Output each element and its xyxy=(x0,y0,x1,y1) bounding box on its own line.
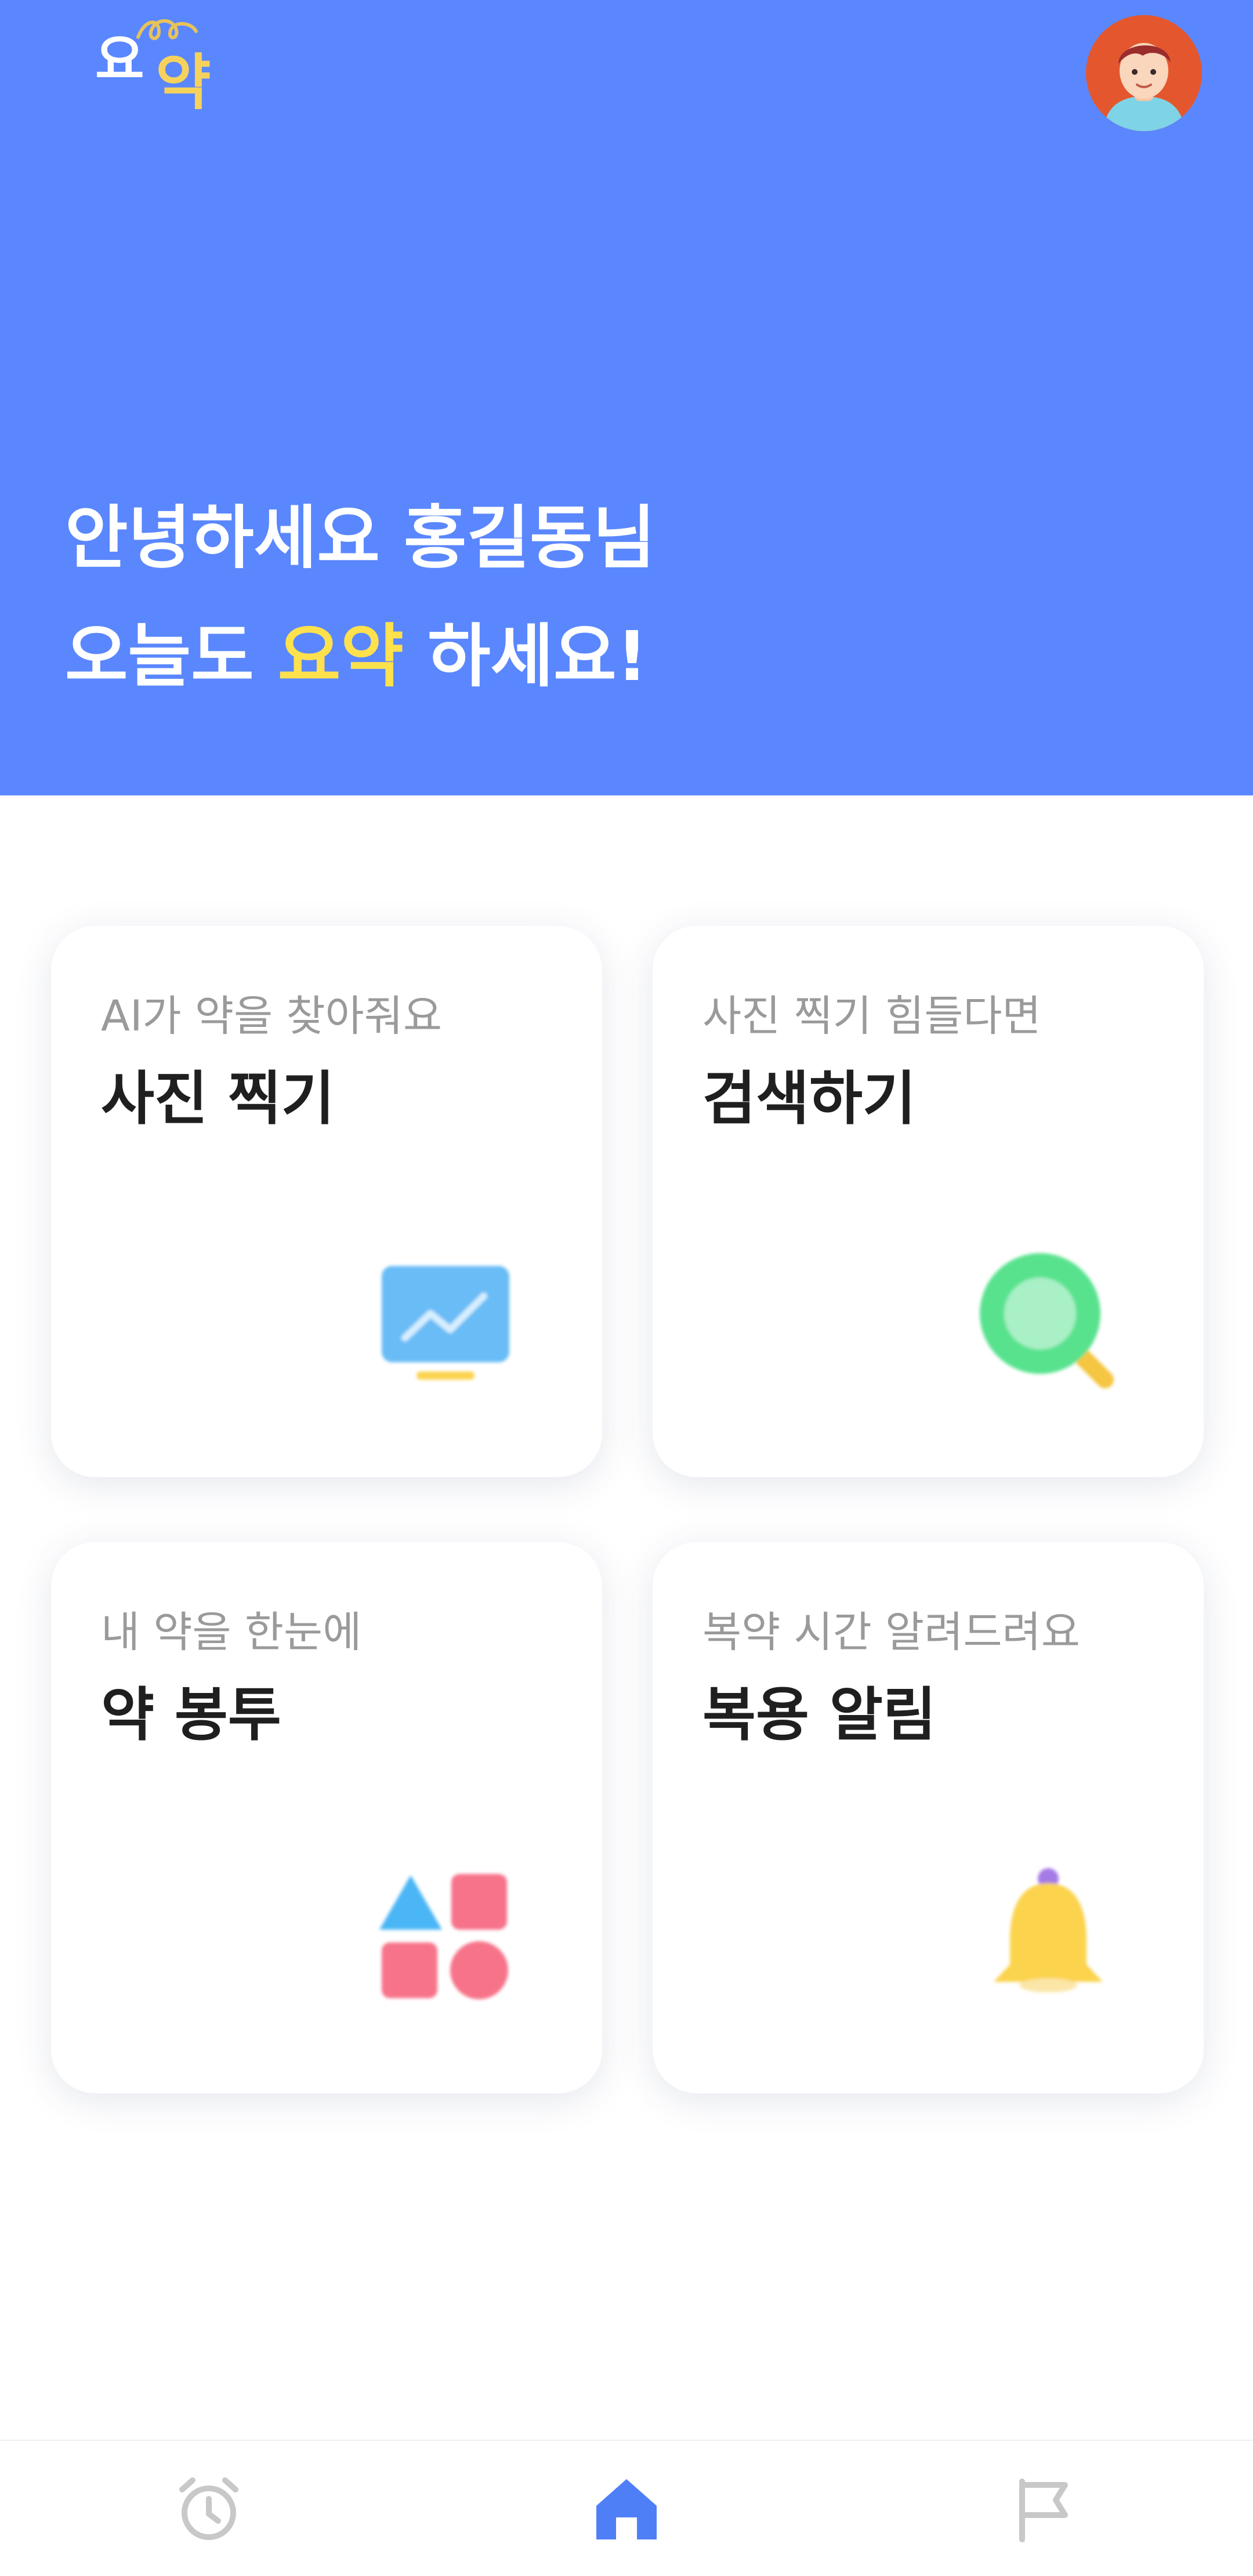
card-title: 복용 알림 xyxy=(702,1681,936,1749)
app-logo[interactable]: 요 약 xyxy=(87,10,238,126)
flag-icon xyxy=(1019,2478,1068,2542)
logo-char-a: 요 xyxy=(95,29,144,91)
shapes-icon xyxy=(370,1861,521,2012)
header-banner: 요 약 안녕하세요 홍길동님 오늘도 요약 하세요! xyxy=(0,0,1253,795)
card-title: 약 봉투 xyxy=(101,1681,281,1749)
card-pill-envelope[interactable]: 내 약을 한눈에 약 봉투 xyxy=(51,1542,602,2093)
card-subtitle: 사진 찍기 힘들다면 xyxy=(702,992,1041,1041)
card-dosage-alarm[interactable]: 복약 시간 알려드려요 복용 알림 xyxy=(653,1542,1204,2093)
greeting-line-1: 안녕하세요 홍길동님 xyxy=(65,498,656,578)
home-icon xyxy=(596,2479,657,2539)
monitor-chart-icon xyxy=(370,1245,521,1396)
logo-char-b: 약 xyxy=(155,47,211,118)
nav-alarm-tab[interactable] xyxy=(122,2441,296,2576)
alarm-clock-icon xyxy=(179,2477,238,2540)
card-title: 검색하기 xyxy=(702,1065,916,1133)
card-subtitle: AI가 약을 찾아줘요 xyxy=(101,992,442,1041)
bottom-navigation xyxy=(0,2440,1253,2576)
greeting-prefix: 오늘도 xyxy=(65,616,278,696)
greeting-line-2: 오늘도 요약 하세요! xyxy=(65,622,656,690)
card-search[interactable]: 사진 찍기 힘들다면 검색하기 xyxy=(653,926,1204,1477)
card-subtitle: 복약 시간 알려드려요 xyxy=(702,1608,1080,1657)
magnifier-icon xyxy=(972,1245,1122,1396)
bell-icon xyxy=(972,1861,1122,2012)
person-avatar-icon xyxy=(1086,15,1202,131)
card-take-photo[interactable]: AI가 약을 찾아줘요 사진 찍기 xyxy=(51,926,602,1477)
user-avatar[interactable] xyxy=(1086,15,1202,131)
greeting-text: 안녕하세요 홍길동님 오늘도 요약 하세요! xyxy=(65,504,656,690)
card-subtitle: 내 약을 한눈에 xyxy=(101,1608,362,1657)
card-title: 사진 찍기 xyxy=(101,1065,335,1133)
greeting-highlight: 요약 xyxy=(277,616,404,696)
nav-home-tab[interactable] xyxy=(539,2441,714,2576)
nav-flag-tab[interactable] xyxy=(957,2441,1131,2576)
greeting-suffix: 하세요! xyxy=(403,616,648,696)
